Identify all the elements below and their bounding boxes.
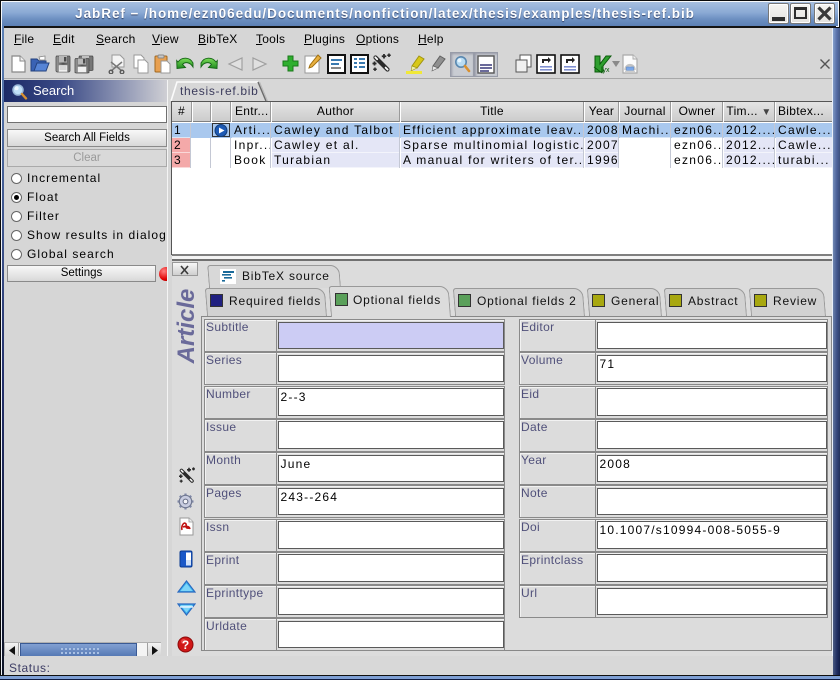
svg-text:?: ?: [182, 638, 189, 652]
svg-text:lyx: lyx: [601, 67, 610, 74]
